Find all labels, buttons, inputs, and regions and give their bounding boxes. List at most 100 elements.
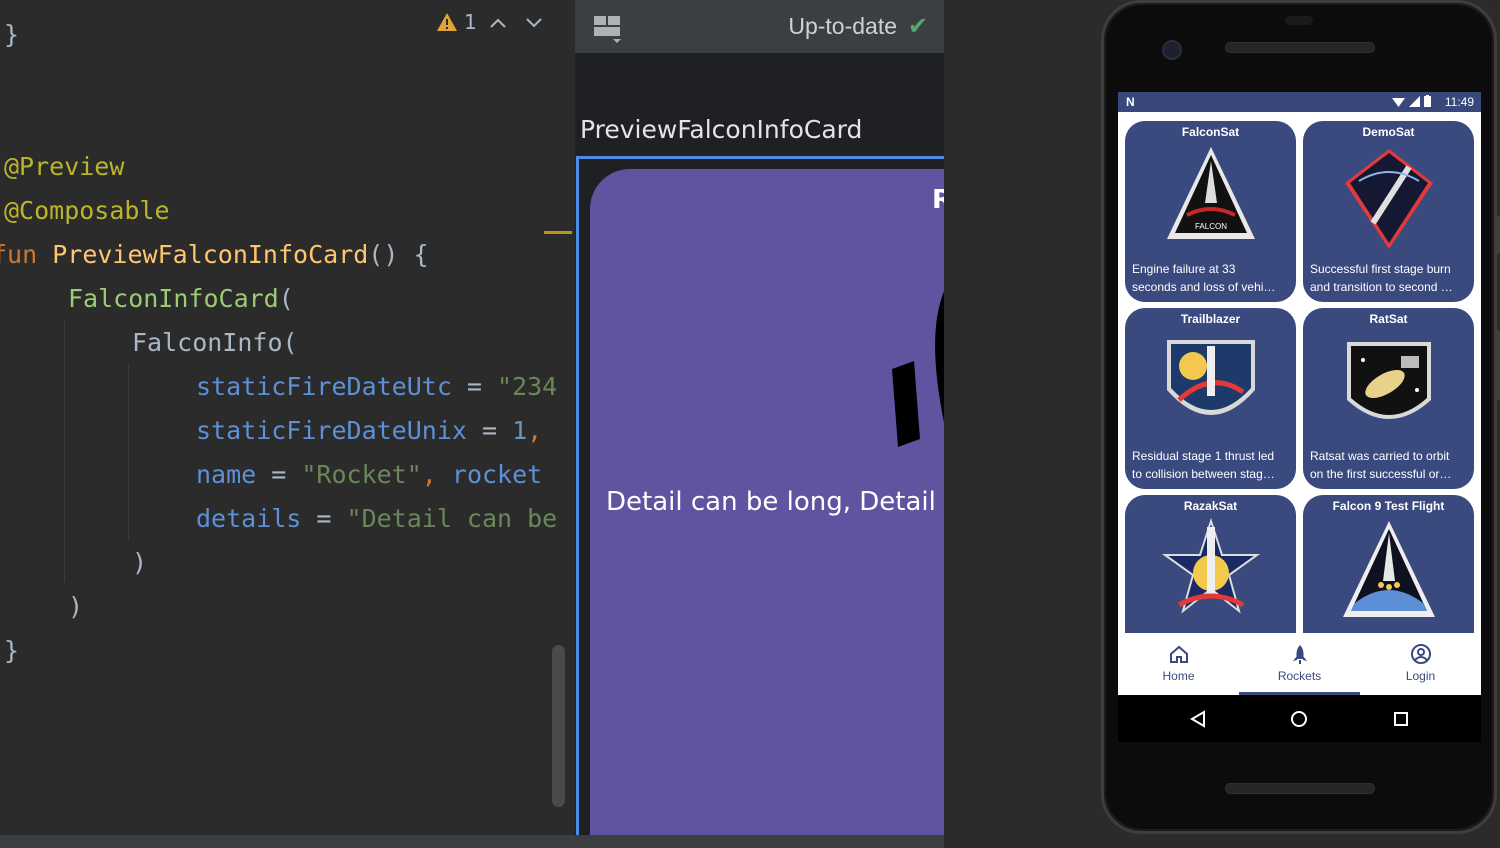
layout-options-icon[interactable] xyxy=(593,14,623,44)
recents-icon[interactable] xyxy=(1387,705,1415,733)
code-token: ( xyxy=(278,284,294,313)
rocket-grid[interactable]: FalconSat FALCON Engine failure at 33 se… xyxy=(1118,112,1481,676)
rocket-card[interactable]: FalconSat FALCON Engine failure at 33 se… xyxy=(1125,121,1296,302)
next-highlight-button[interactable] xyxy=(519,10,549,34)
battery-icon xyxy=(1424,95,1431,108)
code-line: ) xyxy=(68,592,83,622)
code-line: FalconInfoCard( xyxy=(68,284,294,314)
ratsat-patch-image xyxy=(1347,342,1431,419)
preview-title: PreviewFalconInfoCard xyxy=(580,115,863,144)
code-line: } xyxy=(4,20,19,50)
code-line: } xyxy=(4,636,19,666)
code-line: staticFireDateUnix = 1, xyxy=(196,416,542,446)
rocket-card-title: Falcon 9 Test Flight xyxy=(1332,499,1445,513)
notification-icon: N xyxy=(1126,95,1135,109)
previous-highlight-button[interactable] xyxy=(483,10,513,34)
home-button-icon[interactable] xyxy=(1285,705,1313,733)
signal-icons xyxy=(1391,95,1431,108)
bottom-navigation: Home Rockets Login xyxy=(1118,633,1481,695)
code-line: @Composable xyxy=(4,196,170,226)
inspection-widget[interactable]: 1 xyxy=(436,10,549,34)
earpiece-speaker xyxy=(1225,42,1375,53)
rocket-card-title: RatSat xyxy=(1369,312,1408,326)
rocket-card-description: Successful first stage burn and transiti… xyxy=(1310,260,1470,296)
rocket-card-title: RazakSat xyxy=(1183,499,1238,513)
code-token: @Preview xyxy=(4,152,125,181)
device-screen[interactable]: N 11:49 FalconSat FALCON Engine failure … xyxy=(1118,92,1481,742)
falcon-info-card-preview: R Detail can be long, Detail ca xyxy=(590,169,944,835)
nav-label-home: Home xyxy=(1162,669,1195,683)
rocket-icon xyxy=(1293,645,1307,664)
rocket-card-title: FalconSat xyxy=(1181,125,1240,139)
code-token: @Composable xyxy=(4,196,170,225)
trailblazer-patch-image xyxy=(1167,340,1255,415)
home-icon xyxy=(1170,645,1188,663)
code-token: = xyxy=(466,416,513,445)
nav-item-rockets[interactable]: Rockets xyxy=(1239,633,1360,695)
status-clock: 11:49 xyxy=(1444,95,1474,109)
code-token: "Detail can be xyxy=(346,504,558,533)
indent-guide xyxy=(128,364,129,540)
code-line: @Preview xyxy=(4,152,124,182)
nav-item-home[interactable]: Home xyxy=(1118,633,1239,695)
demosat-patch-image xyxy=(1345,149,1433,249)
code-line: staticFireDateUtc = "234 xyxy=(196,372,557,402)
nav-label-rockets: Rockets xyxy=(1277,669,1322,683)
code-token: rocket xyxy=(451,460,543,489)
code-line: fun PreviewFalconInfoCard() { xyxy=(0,240,429,270)
code-token: 1 xyxy=(512,416,528,445)
svg-text:FALCON: FALCON xyxy=(1195,222,1227,231)
front-camera xyxy=(1162,40,1182,60)
card-detail-text: Detail can be long, Detail ca xyxy=(606,487,944,517)
card-title-fragment: R xyxy=(932,185,944,215)
rocket-card[interactable]: Trailblazer Residual stage 1 thrust led … xyxy=(1125,308,1296,489)
code-editor[interactable]: } @Preview @Composable fun PreviewFalconInf… xyxy=(0,0,575,835)
cell-signal-icon xyxy=(1408,95,1420,107)
description-line: Ratsat was carried to orbit xyxy=(1310,449,1450,463)
code-token: = xyxy=(451,372,498,401)
chevron-up-icon xyxy=(490,18,506,28)
compose-preview-panel: Up-to-date ✔ PreviewFalconInfoCard R Det… xyxy=(575,0,944,835)
rocket-card-title: DemoSat xyxy=(1362,125,1415,139)
rocket-card-description: Residual stage 1 thrust led to collision… xyxy=(1132,447,1292,483)
system-navigation-bar xyxy=(1118,695,1481,742)
razaksat-patch-image xyxy=(1161,517,1261,614)
code-token: details xyxy=(196,504,302,533)
rocket-card-title: Trailblazer xyxy=(1180,312,1241,326)
preview-toolbar: Up-to-date ✔ xyxy=(575,0,944,53)
indent-guide xyxy=(64,320,65,582)
falconsat-patch-image: FALCON xyxy=(1167,147,1255,239)
editor-scrollbar[interactable] xyxy=(552,645,565,807)
code-token: ) xyxy=(68,592,84,621)
proximity-sensor xyxy=(1285,16,1313,25)
code-token: name xyxy=(196,460,257,489)
description-line: Successful first stage burn xyxy=(1310,262,1451,276)
account-icon xyxy=(1411,644,1431,664)
android-status-bar: N 11:49 xyxy=(1118,92,1481,112)
warning-count: 1 xyxy=(464,10,477,34)
preview-frame[interactable]: R Detail can be long, Detail ca xyxy=(576,156,944,835)
falcon9-patch-image xyxy=(1343,521,1435,617)
description-line: Residual stage 1 thrust led xyxy=(1132,449,1275,463)
back-icon[interactable] xyxy=(1184,705,1212,733)
rocket-card[interactable]: RatSat Ratsat was carried to orbit on th… xyxy=(1303,308,1474,489)
build-status: Up-to-date xyxy=(788,13,897,39)
code-token: } xyxy=(4,20,20,49)
error-stripe-marker[interactable] xyxy=(544,231,572,234)
code-line: FalconInfo( xyxy=(132,328,298,358)
description-line: to collision between stag… xyxy=(1132,467,1275,481)
chevron-down-icon xyxy=(526,18,542,28)
code-token: = xyxy=(301,504,347,533)
checkmark-icon: ✔ xyxy=(907,12,928,40)
code-token: "Rocket" xyxy=(301,460,422,489)
code-token: FalconInfoCard xyxy=(68,284,279,313)
nav-item-login[interactable]: Login xyxy=(1360,633,1481,695)
rocket-card[interactable]: DemoSat Successful first stage burn and … xyxy=(1303,121,1474,302)
code-token: () { xyxy=(368,240,429,269)
description-line: Engine failure at 33 xyxy=(1132,262,1236,276)
code-token: , xyxy=(421,460,452,489)
code-token: , xyxy=(527,416,543,445)
wifi-icon xyxy=(1391,97,1405,107)
code-token: = xyxy=(256,460,302,489)
code-line: details = "Detail can be xyxy=(196,504,557,534)
